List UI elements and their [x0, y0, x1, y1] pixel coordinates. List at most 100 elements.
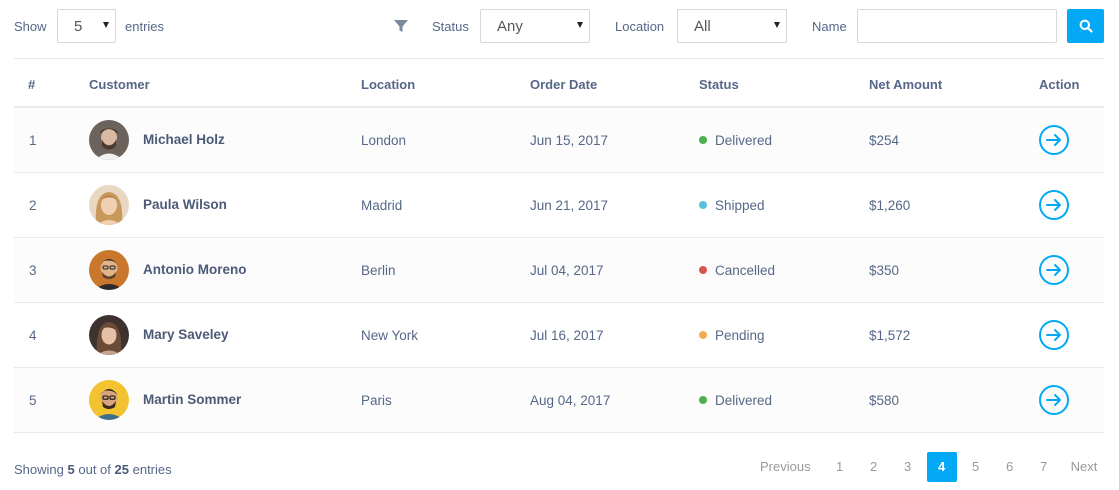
status-filter-label-text: Status	[432, 18, 469, 34]
avatar	[89, 185, 129, 225]
show-entries-select[interactable]: 5	[57, 9, 116, 43]
table-row: 3 Antonio Moreno Berlin Jul 04, 2017 Can…	[14, 238, 1104, 303]
page-link[interactable]: 6	[995, 452, 1025, 482]
status-text: Shipped	[715, 197, 765, 213]
row-net-amount: $1,572	[869, 327, 911, 343]
summary-middle: out of	[78, 462, 111, 477]
entries-label-text: entries	[125, 18, 165, 34]
avatar	[89, 380, 129, 420]
row-status: Delivered	[699, 108, 772, 172]
view-details-arrow-icon[interactable]	[1038, 384, 1070, 416]
customer-name[interactable]: Martin Sommer	[143, 367, 241, 431]
row-order-date: Jul 04, 2017	[530, 262, 604, 278]
status-dot	[699, 266, 707, 274]
name-filter-label: Name	[812, 9, 847, 43]
location-filter-label-text: Location	[615, 18, 665, 34]
page-link[interactable]: 7	[1029, 452, 1059, 482]
show-label-text: Show	[14, 18, 47, 34]
row-number: 5	[29, 392, 37, 408]
row-location: New York	[361, 327, 419, 343]
show-entries-value: 5	[74, 17, 83, 35]
status-text: Cancelled	[715, 262, 776, 278]
page-link[interactable]: 1	[825, 452, 855, 482]
row-status: Shipped	[699, 173, 765, 237]
row-location: Paris	[361, 392, 392, 408]
avatar	[89, 250, 129, 290]
customer-name[interactable]: Mary Saveley	[143, 302, 229, 366]
status-text: Pending	[715, 327, 765, 343]
header-status: Status	[699, 77, 739, 92]
row-net-amount: $580	[869, 392, 900, 408]
name-search-input[interactable]	[857, 9, 1057, 43]
row-order-date: Aug 04, 2017	[530, 392, 611, 408]
view-details-arrow-icon[interactable]	[1038, 189, 1070, 221]
status-select[interactable]: Any	[480, 9, 590, 43]
header-net-amount: Net Amount	[869, 77, 943, 92]
filter-bar: Show 5 entries Status Any Location All N…	[14, 9, 1104, 43]
status-select-value: Any	[497, 17, 523, 35]
view-details-arrow-icon[interactable]	[1038, 254, 1070, 286]
search-icon	[1079, 19, 1093, 33]
header-action: Action	[1039, 77, 1080, 92]
summary-prefix: Showing	[14, 462, 64, 477]
row-order-date: Jul 16, 2017	[530, 327, 604, 343]
row-location: Berlin	[361, 262, 396, 278]
row-order-date: Jun 15, 2017	[530, 132, 609, 148]
row-net-amount: $254	[869, 132, 900, 148]
summary-suffix: entries	[132, 462, 172, 477]
view-details-arrow-icon[interactable]	[1038, 319, 1070, 351]
location-select-value: All	[694, 17, 711, 35]
customer-name[interactable]: Antonio Moreno	[143, 237, 246, 301]
row-status: Pending	[699, 303, 765, 367]
chevron-down-icon	[103, 22, 109, 28]
page-link[interactable]: 2	[859, 452, 889, 482]
row-number: 1	[29, 132, 37, 148]
summary-total: 25	[114, 462, 129, 477]
customer-name[interactable]: Michael Holz	[143, 107, 225, 171]
search-button[interactable]	[1067, 9, 1104, 43]
location-select[interactable]: All	[677, 9, 787, 43]
view-details-arrow-icon[interactable]	[1038, 124, 1070, 156]
page-link[interactable]: 4	[926, 452, 957, 482]
header-customer: Customer	[89, 77, 150, 92]
location-filter-label: Location	[615, 9, 664, 43]
table-row: 5 Martin Sommer Paris Aug 04, 2017 Deliv…	[14, 368, 1104, 433]
pagination-next[interactable]: Next	[1063, 452, 1106, 482]
header-order-date: Order Date	[530, 77, 598, 92]
status-filter-label: Status	[432, 9, 469, 43]
page-link[interactable]: 3	[893, 452, 923, 482]
row-number: 3	[29, 262, 37, 278]
pagination: Previous 1 2 3 4 5 6 7 Next	[752, 452, 1105, 482]
chevron-down-icon	[577, 22, 583, 28]
avatar	[89, 315, 129, 355]
row-location: Madrid	[361, 197, 403, 213]
row-net-amount: $1,260	[869, 197, 911, 213]
row-number: 4	[29, 327, 37, 343]
table-header: # Customer Location Order Date Status Ne…	[14, 59, 1104, 108]
orders-table: # Customer Location Order Date Status Ne…	[14, 58, 1104, 433]
header-location: Location	[361, 77, 416, 92]
summary-count: 5	[67, 462, 75, 477]
table-row: 2 Paula Wilson Madrid Jun 21, 2017 Shipp…	[14, 173, 1104, 238]
entries-summary: Showing 5 out of 25 entries	[14, 462, 172, 477]
entries-label: entries	[125, 9, 164, 43]
row-status: Cancelled	[699, 238, 775, 302]
status-dot	[699, 136, 707, 144]
customer-name[interactable]: Paula Wilson	[143, 172, 227, 236]
row-status: Delivered	[699, 368, 772, 432]
status-dot	[699, 201, 707, 209]
show-label: Show	[14, 9, 47, 43]
table-row: 1 Michael Holz London Jun 15, 2017 Deliv…	[14, 108, 1104, 173]
avatar	[89, 120, 129, 160]
pagination-previous[interactable]: Previous	[752, 452, 819, 482]
row-number: 2	[29, 197, 37, 213]
row-net-amount: $350	[869, 262, 900, 278]
status-dot	[699, 396, 707, 404]
row-order-date: Jun 21, 2017	[530, 197, 609, 213]
name-filter-label-text: Name	[812, 18, 847, 34]
status-text: Delivered	[715, 132, 773, 148]
header-number: #	[28, 77, 36, 92]
filter-icon[interactable]	[393, 18, 409, 34]
page-link[interactable]: 5	[961, 452, 991, 482]
chevron-down-icon	[774, 22, 780, 28]
